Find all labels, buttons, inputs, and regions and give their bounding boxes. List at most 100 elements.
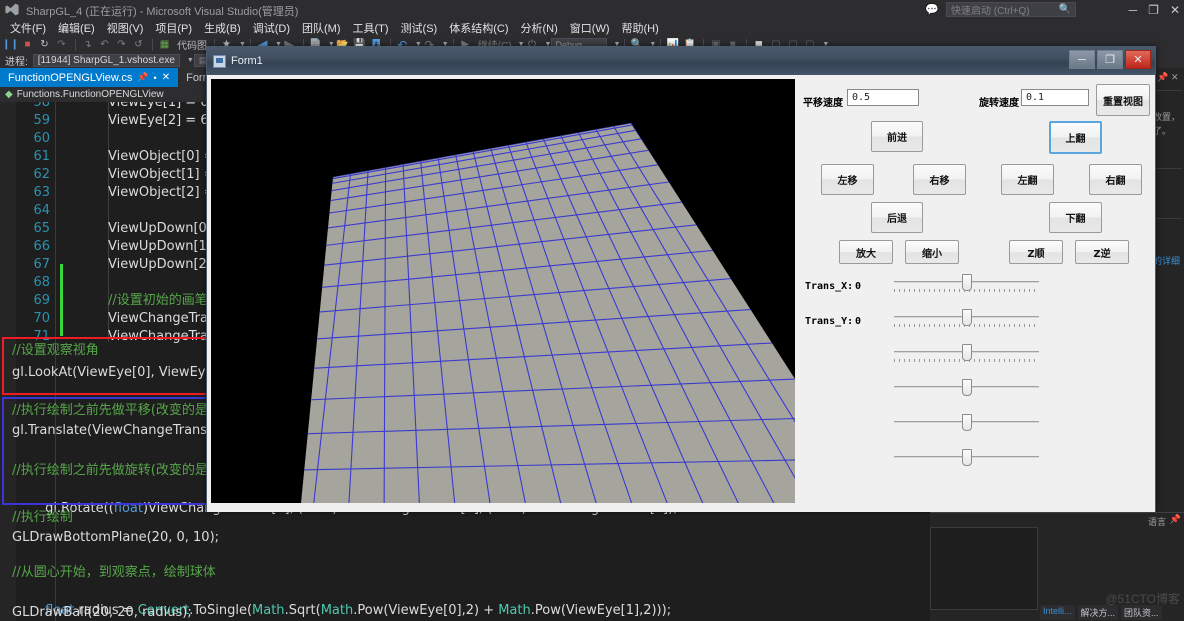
rd-pin-icon[interactable]: 📌 [1157, 72, 1168, 83]
form1-maximize-button[interactable]: ❐ [1097, 50, 1123, 69]
show-next-statement-icon[interactable]: ↷ [54, 37, 69, 52]
grid-plane-render [211, 79, 795, 503]
rd-details-link[interactable]: 的详细 [1153, 254, 1180, 267]
visual-studio-icon [5, 3, 19, 16]
line-number: 59 [33, 113, 50, 128]
z-counterclockwise-button[interactable]: Z逆 [1075, 240, 1129, 264]
menu-item-11[interactable]: 窗口(W) [564, 19, 616, 37]
move-right-button[interactable]: 右移 [913, 164, 966, 195]
code-comment-3: //执行绘制之前先做旋转(改变的是视图) [12, 463, 239, 478]
code-line-text: ViewEye[2] = 60 [108, 113, 217, 128]
slider-4[interactable] [894, 414, 1039, 438]
step-over-icon[interactable]: ↶ [97, 37, 112, 52]
bottom-tab-0[interactable]: Intelli... [1040, 605, 1075, 620]
slider-thumb[interactable] [961, 274, 972, 291]
zoom-out-button[interactable]: 缩小 [905, 240, 959, 264]
bottom-panel-tabs: Intelli... 解决方... 团队资... [1040, 605, 1162, 620]
menu-item-2[interactable]: 视图(V) [101, 19, 150, 37]
close-icon[interactable]: ✕ [162, 72, 170, 83]
line-number: 69 [33, 293, 50, 308]
translate-speed-label: 平移速度 [803, 98, 843, 109]
stop-icon[interactable]: ■ [20, 37, 35, 52]
menu-item-12[interactable]: 帮助(H) [616, 19, 665, 37]
bottom-tool-window: 语言 📌 @51CTO博客 Intelli... 解决方... 团队资... [930, 512, 1184, 621]
step-out-icon[interactable]: ↷ [114, 37, 129, 52]
restart-icon[interactable]: ↻ [37, 37, 52, 52]
bottom-tab-2[interactable]: 团队资... [1121, 605, 1162, 620]
menu-item-1[interactable]: 编辑(E) [52, 19, 101, 37]
bottom-tab-1[interactable]: 解决方... [1077, 605, 1119, 620]
move-left-button[interactable]: 左移 [821, 164, 874, 195]
rd-close-icon[interactable]: ✕ [1171, 72, 1179, 83]
slider-thumb[interactable] [961, 344, 972, 361]
flip-left-button[interactable]: 左翻 [1001, 164, 1054, 195]
backward-button[interactable]: 后退 [871, 202, 923, 233]
opengl-render-canvas[interactable] [211, 79, 795, 503]
menu-item-0[interactable]: 文件(F) [4, 19, 52, 37]
code-comment-2: //执行绘制之前先做平移(改变的是视图) [12, 403, 239, 418]
slider-2[interactable] [894, 344, 1039, 368]
menu-item-8[interactable]: 测试(S) [395, 19, 444, 37]
slider-5[interactable] [894, 449, 1039, 473]
code-overlay-block-3: //执行绘制 GLDrawBottomPlane(20, 0, 10); //从… [6, 507, 906, 620]
math-type-3: Math [498, 603, 531, 618]
flip-up-button[interactable]: 上翻 [1049, 121, 1102, 154]
translate-speed-input[interactable]: 0.5 [847, 89, 919, 106]
flip-right-button[interactable]: 右翻 [1089, 164, 1142, 195]
feedback-icon[interactable]: 💬 [925, 3, 939, 16]
slider-thumb[interactable] [961, 414, 972, 431]
flip-down-button[interactable]: 下翻 [1049, 202, 1102, 233]
bottom-panel-content [930, 527, 1038, 610]
slider-value-1: 0 [855, 316, 862, 327]
reset-view-button[interactable]: 重置视图 [1096, 84, 1150, 116]
translate-speed-value: 0.5 [852, 92, 871, 103]
line-number: 58 [33, 102, 50, 110]
threads-icon[interactable]: ▦ [157, 37, 172, 52]
step-into-icon[interactable]: ↴ [80, 37, 95, 52]
rd-text-line-1: 改置， [1153, 112, 1181, 122]
restore-button[interactable]: ❐ [1148, 4, 1159, 16]
pow-call-2: .Pow(ViewEye[1],2))); [530, 603, 672, 618]
codemap-label[interactable]: 代码图 [174, 37, 210, 52]
menu-item-7[interactable]: 工具(T) [347, 19, 395, 37]
form1-title-bar[interactable]: Form1 ─ ❐ ✕ [207, 47, 1155, 75]
slider-thumb[interactable] [961, 379, 972, 396]
code-line-text: ViewUpDown[0] [108, 221, 212, 236]
code-line-text: ViewObject[2] = [108, 185, 215, 200]
chevron-down-icon[interactable]: ▼ [187, 57, 194, 64]
zoom-in-button[interactable]: 放大 [839, 240, 893, 264]
code-comment-5: //从圆心开始，到观察点，绘制球体 [12, 565, 216, 580]
menu-item-4[interactable]: 生成(B) [198, 19, 247, 37]
pause-icon[interactable]: ❙❙ [2, 37, 19, 52]
divider [1153, 168, 1182, 169]
close-button[interactable]: ✕ [1170, 4, 1180, 16]
code-statement-drawplane: GLDrawBottomPlane(20, 0, 10); [12, 530, 220, 545]
z-clockwise-button[interactable]: Z顺 [1009, 240, 1063, 264]
menu-item-5[interactable]: 调试(D) [247, 19, 296, 37]
menu-item-3[interactable]: 项目(P) [149, 19, 198, 37]
forward-button[interactable]: 前进 [871, 121, 923, 152]
slider-0[interactable] [894, 274, 1039, 298]
code-line-text: ViewUpDown[1] [108, 239, 212, 254]
form1-minimize-button[interactable]: ─ [1069, 50, 1095, 69]
rotate-speed-input[interactable]: 0.1 [1021, 89, 1089, 106]
slider-label-0: Trans_X: [805, 281, 854, 292]
form1-close-button[interactable]: ✕ [1125, 50, 1151, 69]
pin-icon[interactable]: 📌 [1170, 514, 1181, 525]
slider-thumb[interactable] [961, 449, 972, 466]
slider-thumb[interactable] [961, 309, 972, 326]
form1-window-controls: ─ ❐ ✕ [1069, 50, 1151, 69]
menu-item-9[interactable]: 体系结构(C) [443, 19, 514, 37]
quick-launch-input[interactable]: 快速启动 (Ctrl+Q) 🔍 [946, 2, 1076, 17]
line-number: 61 [33, 149, 50, 164]
form1-window[interactable]: Form1 ─ ❐ ✕ 平移速度 0.5 旋转速度 0.1 重置视图 前进 上翻… [206, 46, 1156, 512]
menu-item-10[interactable]: 分析(N) [515, 19, 564, 37]
menu-item-6[interactable]: 团队(M) [296, 19, 347, 37]
slider-1[interactable] [894, 309, 1039, 333]
minimize-button[interactable]: ─ [1129, 4, 1138, 16]
process-select[interactable]: [11944] SharpGL_1.vshost.exe [32, 53, 180, 67]
slider-3[interactable] [894, 379, 1039, 403]
step-out2-icon[interactable]: ↺ [131, 37, 146, 52]
document-tab-0[interactable]: FunctionOPENGLView.cs 📌 • ✕ [0, 68, 179, 87]
pin-icon[interactable]: 📌 [137, 72, 148, 83]
